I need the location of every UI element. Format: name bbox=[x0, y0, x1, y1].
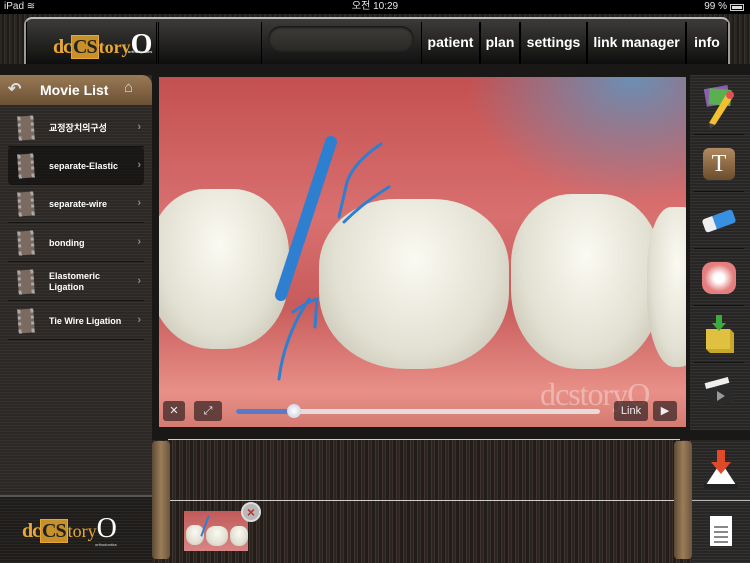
logo-subtitle: orthodontics bbox=[95, 542, 117, 547]
movie-item[interactable]: Elastomeric Ligation › bbox=[8, 263, 144, 301]
movie-tool-button[interactable] bbox=[694, 364, 744, 420]
chevron-right-icon: › bbox=[137, 159, 141, 171]
nav-plan[interactable]: plan bbox=[480, 22, 520, 64]
bottom-tool-sidebar bbox=[692, 440, 750, 563]
movie-item-selected[interactable]: separate-Elastic › bbox=[8, 147, 144, 185]
palette-pencil-icon bbox=[703, 84, 734, 129]
nav-link-manager[interactable]: link manager bbox=[587, 22, 686, 64]
left-scroll-handle[interactable] bbox=[152, 441, 170, 559]
home-icon[interactable]: ⌂ bbox=[124, 79, 133, 96]
close-video-button[interactable]: ✕ bbox=[163, 401, 185, 421]
thumbnail-tooth bbox=[230, 526, 248, 546]
film-icon bbox=[17, 191, 35, 217]
dentition-icon bbox=[702, 261, 736, 294]
eraser-tool-button[interactable] bbox=[694, 193, 744, 249]
clapperboard-icon bbox=[704, 376, 735, 408]
movie-item[interactable]: separate-wire › bbox=[8, 185, 144, 223]
nav-settings[interactable]: settings bbox=[520, 22, 587, 64]
movie-item-label: separate-Elastic bbox=[49, 160, 119, 171]
movie-item-label: Elastomeric Ligation bbox=[49, 271, 101, 292]
title-field[interactable] bbox=[268, 26, 414, 52]
footer-logo-panel: dc CS toryO orthodontics bbox=[0, 495, 152, 563]
text-tool-button[interactable]: T bbox=[694, 136, 744, 192]
arrow-stroke-bottom bbox=[277, 296, 319, 381]
logo-cell[interactable]: dc CS toryO orthodontics bbox=[26, 22, 157, 64]
movie-item[interactable]: bonding › bbox=[8, 224, 144, 262]
download-export-icon bbox=[704, 450, 738, 489]
document-button[interactable] bbox=[710, 516, 732, 546]
export-button[interactable] bbox=[700, 448, 742, 496]
logo-highlight: CS bbox=[40, 519, 68, 543]
play-button[interactable]: ▶ bbox=[653, 401, 677, 421]
fullscreen-button[interactable]: ⤢ bbox=[194, 401, 222, 421]
footer-brand-logo: dc CS toryO orthodontics bbox=[22, 513, 117, 547]
video-player[interactable] bbox=[159, 77, 686, 427]
film-icon bbox=[17, 153, 35, 179]
divider-line bbox=[168, 500, 680, 501]
chevron-right-icon: › bbox=[137, 197, 141, 209]
logo-prefix: dc bbox=[53, 36, 72, 58]
brand-logo: dc CS toryO orthodontics bbox=[53, 25, 152, 70]
nav-patient[interactable]: patient bbox=[421, 22, 480, 64]
battery-status: 99 % bbox=[704, 0, 744, 14]
progress-slider[interactable] bbox=[236, 404, 600, 418]
movie-item-label: separate-wire bbox=[49, 198, 108, 209]
elastic-stroke bbox=[275, 136, 337, 301]
progress-fill bbox=[236, 409, 295, 414]
import-box-icon bbox=[706, 314, 734, 353]
film-icon bbox=[17, 115, 35, 141]
text-tool-icon: T bbox=[703, 147, 735, 180]
divider-line bbox=[692, 500, 750, 501]
eraser-icon bbox=[701, 208, 737, 233]
logo-prefix: dc bbox=[22, 520, 41, 542]
player-controls: ✕ ⤢ Link ▶ bbox=[159, 398, 686, 426]
clock: 오전 10:29 bbox=[351, 1, 399, 12]
logo-subtitle: orthodontics bbox=[127, 49, 153, 54]
model-tool-button[interactable] bbox=[694, 250, 744, 306]
draw-tool-button[interactable] bbox=[694, 79, 744, 135]
document-icon bbox=[714, 526, 728, 528]
chevron-right-icon: › bbox=[137, 314, 141, 326]
link-button[interactable]: Link bbox=[614, 401, 648, 421]
chevron-right-icon: › bbox=[137, 275, 141, 287]
status-bar: iPad ≋ 오전 10:29 99 % bbox=[0, 0, 750, 14]
back-arrow-icon[interactable]: ↶ bbox=[8, 79, 21, 99]
movie-item[interactable]: 교정장치의구성 › bbox=[8, 109, 144, 147]
movie-item-label: 교정장치의구성 bbox=[49, 122, 107, 133]
battery-percent: 99 % bbox=[704, 1, 727, 12]
film-icon bbox=[17, 308, 35, 334]
progress-thumb[interactable] bbox=[287, 404, 302, 418]
blank-nav-cell bbox=[158, 22, 262, 64]
chevron-right-icon: › bbox=[137, 236, 141, 248]
movie-item-label: Tie Wire Ligation bbox=[49, 315, 122, 326]
annotation-layer[interactable] bbox=[159, 77, 686, 427]
movie-item-label: bonding bbox=[49, 237, 85, 248]
movie-item[interactable]: Tie Wire Ligation › bbox=[8, 302, 144, 340]
delete-thumbnail-button[interactable]: × bbox=[241, 502, 261, 522]
logo-highlight: CS bbox=[71, 35, 99, 59]
battery-icon bbox=[730, 3, 744, 11]
divider-line bbox=[168, 439, 680, 440]
logo-story: tory bbox=[98, 37, 131, 57]
saved-clip-thumbnail[interactable] bbox=[184, 511, 248, 551]
movie-list-title: Movie List bbox=[40, 82, 109, 98]
chevron-right-icon: › bbox=[137, 121, 141, 133]
film-icon bbox=[17, 230, 35, 256]
arrow-stroke-top bbox=[337, 142, 391, 224]
logo-story: tory bbox=[67, 521, 97, 541]
right-scroll-handle[interactable] bbox=[674, 441, 692, 559]
thumbnail-tooth bbox=[206, 526, 228, 546]
movie-list-header: ↶ Movie List ⌂ bbox=[0, 75, 152, 105]
logo-o: O bbox=[96, 513, 117, 544]
nav-info[interactable]: info bbox=[686, 22, 728, 64]
tool-sidebar: T bbox=[690, 75, 750, 430]
film-icon bbox=[17, 269, 35, 295]
import-tool-button[interactable] bbox=[694, 307, 744, 363]
